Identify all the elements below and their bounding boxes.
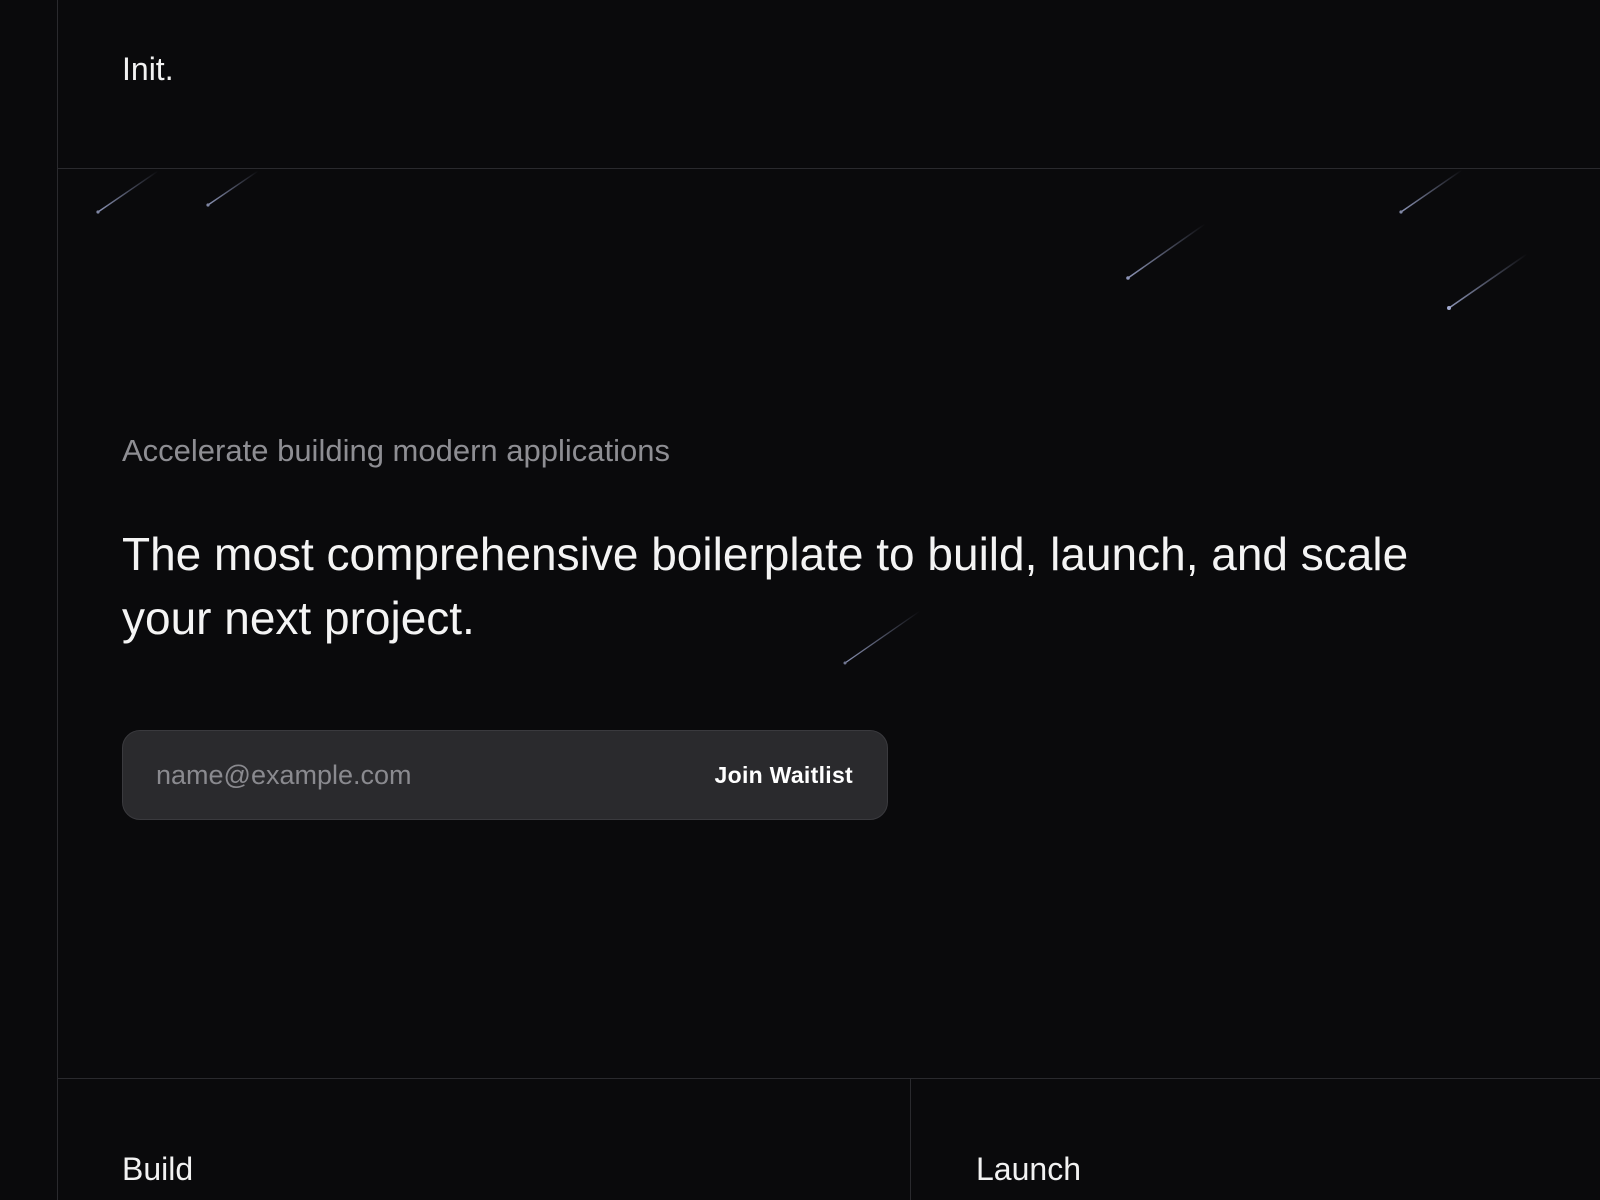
waitlist-form: Join Waitlist xyxy=(122,730,888,820)
shooting-star-head xyxy=(1447,306,1451,310)
features-column-divider xyxy=(910,1078,911,1200)
shooting-star-head xyxy=(1126,276,1130,280)
shooting-star xyxy=(1400,169,1463,213)
shooting-star-head xyxy=(843,661,847,665)
shooting-star xyxy=(207,170,259,206)
shooting-star xyxy=(1448,253,1528,309)
features-divider xyxy=(57,1078,1600,1079)
feature-title-launch: Launch xyxy=(976,1151,1081,1187)
header-divider xyxy=(57,168,1600,169)
shooting-star xyxy=(97,170,159,213)
frame-divider-vertical xyxy=(57,0,58,1200)
email-input[interactable] xyxy=(156,759,636,791)
feature-title-build: Build xyxy=(122,1151,194,1187)
join-waitlist-button[interactable]: Join Waitlist xyxy=(715,762,854,789)
landing-page: Init. Accelerate building modern applica… xyxy=(0,0,1600,1200)
shooting-star-head xyxy=(96,210,100,214)
hero-headline: The most comprehensive boilerplate to bu… xyxy=(122,528,1409,644)
shooting-star xyxy=(1127,223,1206,279)
hero-eyebrow: Accelerate building modern applications xyxy=(122,433,670,468)
shooting-star-head xyxy=(1399,210,1403,214)
shooting-star-head xyxy=(206,203,210,207)
brand-logo[interactable]: Init. xyxy=(122,50,174,88)
